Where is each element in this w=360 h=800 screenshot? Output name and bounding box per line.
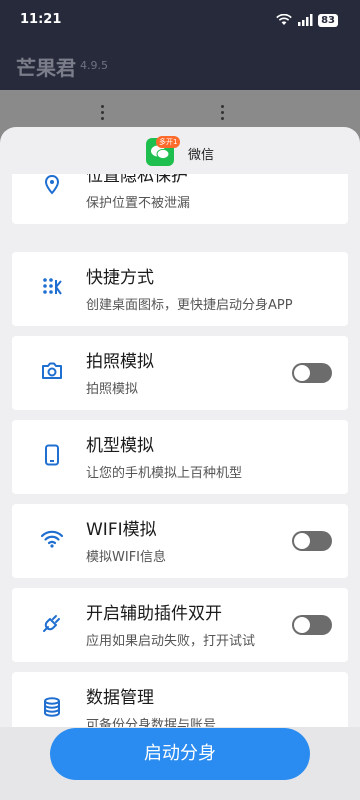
setting-plugin-dual[interactable]: 开启辅助插件双开 应用如果启动失败，打开试试 [12, 588, 348, 662]
clone-count-badge: 多开1 [156, 136, 181, 148]
cell-signal-icon [297, 11, 313, 30]
setting-subtitle: 模拟WIFI信息 [86, 550, 166, 565]
setting-subtitle: 创建桌面图标，更快捷启动分身APP [86, 298, 293, 313]
setting-subtitle: 可备份分身数据与账号 [86, 718, 217, 727]
sheet-header: 多开1 微信 [0, 127, 360, 177]
camera-simulation-toggle[interactable] [292, 363, 332, 383]
location-pin-icon [40, 174, 64, 197]
app-settings-sheet: 多开1 微信 位置隐私保护 保护位置不被泄漏 快捷方式 创建桌面图标，更快捷启动… [0, 127, 360, 800]
plug-icon [40, 611, 64, 635]
setting-subtitle: 拍照模拟 [86, 382, 139, 397]
setting-title: 机型模拟 [86, 436, 154, 456]
status-bar: 11:21 83 [0, 0, 360, 40]
setting-subtitle: 保护位置不被泄漏 [86, 196, 191, 211]
toggle-knob [294, 533, 310, 549]
setting-camera-simulation[interactable]: 拍照模拟 拍照模拟 [12, 336, 348, 410]
setting-shortcut[interactable]: 快捷方式 创建桌面图标，更快捷启动分身APP [12, 252, 348, 326]
status-time: 11:21 [20, 12, 62, 27]
more-options-icon [101, 105, 105, 121]
sheet-app-name: 微信 [188, 148, 215, 163]
phone-icon [40, 443, 64, 467]
setting-title: 数据管理 [86, 688, 154, 708]
toggle-knob [294, 617, 310, 633]
setting-subtitle: 应用如果启动失败，打开试试 [86, 634, 256, 649]
setting-wifi-simulation[interactable]: WIFI模拟 模拟WIFI信息 [12, 504, 348, 578]
app-version: 4.9.5 [80, 59, 108, 72]
plugin-dual-toggle[interactable] [292, 615, 332, 635]
setting-subtitle: 让您的手机模拟上百种机型 [86, 466, 243, 481]
toggle-knob [294, 365, 310, 381]
app-header: 芒果君 4.9.5 [0, 40, 360, 90]
app-title: 芒果君 [16, 56, 76, 80]
settings-list[interactable]: 位置隐私保护 保护位置不被泄漏 快捷方式 创建桌面图标，更快捷启动分身APP 拍… [0, 174, 360, 727]
setting-data-management[interactable]: 数据管理 可备份分身数据与账号 [12, 672, 348, 727]
start-clone-button[interactable]: 启动分身 [50, 728, 310, 780]
setting-title: 拍照模拟 [86, 352, 154, 372]
wifi-simulation-toggle[interactable] [292, 531, 332, 551]
battery-indicator: 83 [318, 14, 338, 27]
setting-device-model[interactable]: 机型模拟 让您的手机模拟上百种机型 [12, 420, 348, 494]
setting-title: 快捷方式 [86, 268, 154, 288]
setting-title: 开启辅助插件双开 [86, 604, 222, 624]
shortcut-grid-icon [40, 275, 64, 299]
database-icon [40, 695, 64, 719]
more-options-icon [221, 105, 225, 121]
wifi-signal-icon [276, 11, 292, 30]
setting-location-privacy[interactable]: 位置隐私保护 保护位置不被泄漏 [12, 174, 348, 224]
setting-title: WIFI模拟 [86, 520, 157, 540]
status-icons: 83 [276, 11, 338, 30]
setting-title: 位置隐私保护 [86, 174, 188, 186]
wifi-icon [40, 527, 64, 551]
camera-icon [40, 359, 64, 383]
